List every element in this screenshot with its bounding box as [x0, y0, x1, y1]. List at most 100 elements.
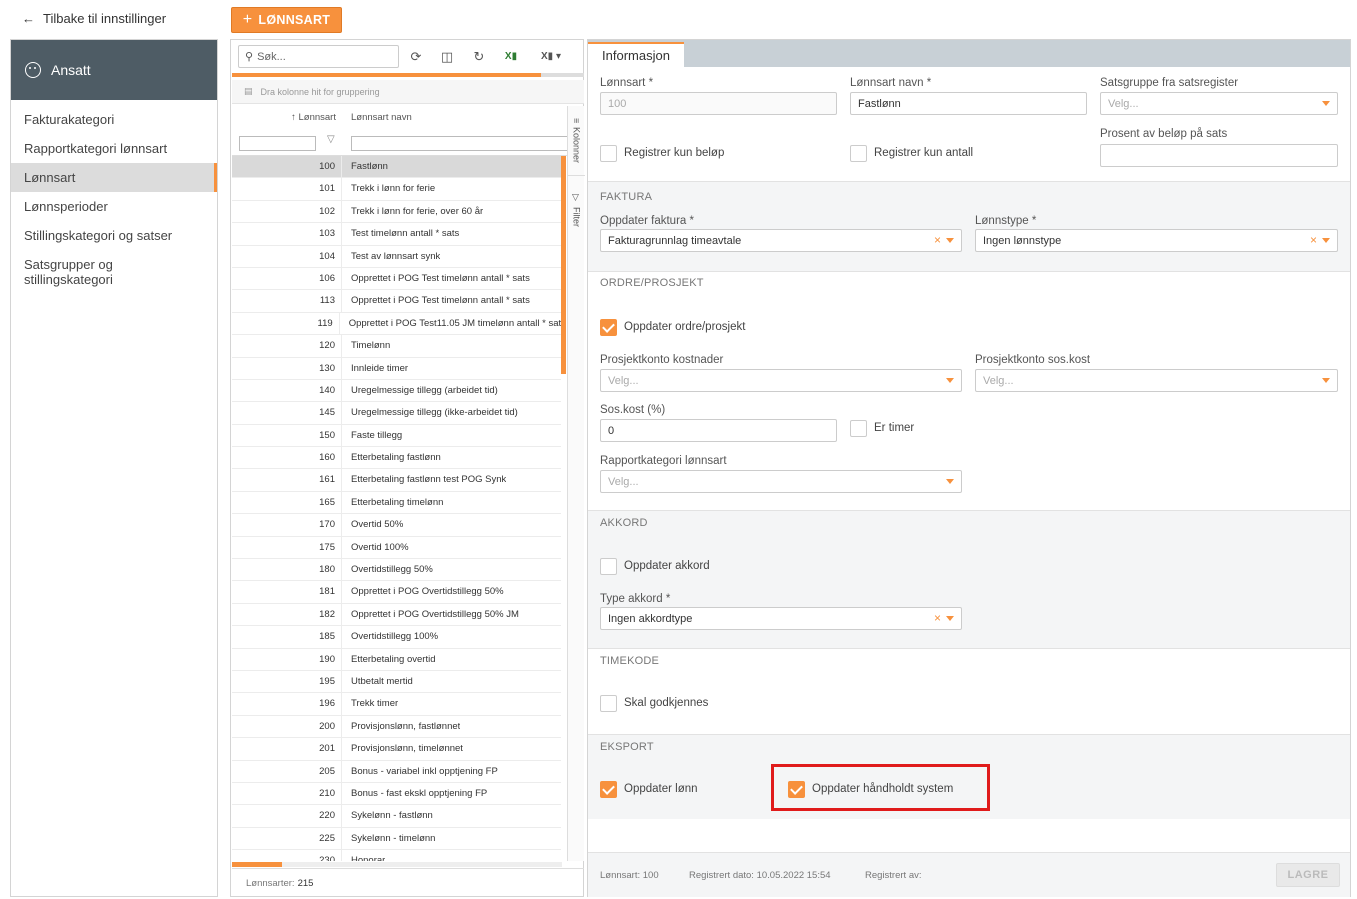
sidebar-item-rapportkategori[interactable]: Rapportkategori lønnsart: [11, 134, 217, 163]
skal-godkjennes-checkbox[interactable]: [600, 695, 617, 712]
oppdater-faktura-select[interactable]: Fakturagrunnlag timeavtale ×: [600, 229, 962, 252]
back-link[interactable]: ← Tilbake til innstillinger: [22, 11, 166, 26]
sidebar-item-fakturakategori[interactable]: Fakturakategori: [11, 105, 217, 134]
oppdater-ordre-label: Oppdater ordre/prosjekt: [624, 321, 746, 333]
clear-icon[interactable]: ×: [934, 611, 941, 625]
tab-kolonner[interactable]: ≡ Kolonner: [568, 106, 585, 176]
table-row[interactable]: 140 Uregelmessige tillegg (arbeidet tid): [232, 379, 561, 403]
er-timer-checkbox[interactable]: [850, 420, 867, 437]
table-row[interactable]: 106 Opprettet i POG Test timelønn antall …: [232, 267, 561, 291]
table-row[interactable]: 230 Honorar: [232, 850, 561, 861]
refresh-icon[interactable]: ↻: [470, 48, 488, 65]
form-footer: Lønnsart: 100 Registrert dato: 10.05.202…: [588, 852, 1350, 897]
clear-icon[interactable]: ×: [1310, 233, 1317, 247]
table-row[interactable]: 130 Innleide timer: [232, 357, 561, 380]
table-row[interactable]: 220 Sykelønn - fastlønn: [232, 805, 561, 828]
table-row[interactable]: 104 Test av lønnsart synk: [232, 245, 561, 268]
table-row[interactable]: 160 Etterbetaling fastlønn: [232, 447, 561, 470]
scroll-thumb[interactable]: [232, 862, 282, 867]
table-row[interactable]: 225 Sykelønn - timelønn: [232, 827, 561, 851]
kun-belop-checkbox[interactable]: [600, 145, 617, 162]
table-row[interactable]: 181 Opprettet i POG Overtidstillegg 50%: [232, 581, 561, 604]
table-row[interactable]: 100 Fastlønn: [232, 156, 561, 179]
table-row[interactable]: 103 Test timelønn antall * sats: [232, 223, 561, 246]
table-row[interactable]: 170 Overtid 50%: [232, 514, 561, 537]
chevron-down-icon: [946, 238, 954, 243]
lonnsart-field[interactable]: 100: [600, 92, 837, 115]
prosjektkonto-kost-select[interactable]: Velg...: [600, 369, 962, 392]
oppdater-lonn-checkbox[interactable]: [600, 781, 617, 798]
cell-lonnsart: 119: [232, 312, 340, 335]
group-drop-zone[interactable]: ▤ Dra kolonne hit for gruppering: [232, 80, 584, 104]
excel-menu-icon[interactable]: X▮ ▾: [534, 48, 568, 65]
table-row[interactable]: 200 Provisjonslønn, fastlønnet: [232, 715, 561, 739]
table-row[interactable]: 113 Opprettet i POG Test timelønn antall …: [232, 290, 561, 313]
clear-icon[interactable]: ×: [934, 233, 941, 247]
kun-antall-checkbox[interactable]: [850, 145, 867, 162]
filter-input-lonnsart[interactable]: [239, 136, 316, 151]
table-row[interactable]: 205 Bonus - variabel inkl opptjening FP: [232, 760, 561, 783]
tab-filter[interactable]: ▽ Filter: [568, 182, 585, 238]
columns-tab-icon: ≡: [571, 117, 582, 124]
search-placeholder: Søk...: [257, 50, 286, 63]
rapportkategori-select[interactable]: Velg...: [600, 470, 962, 493]
horizontal-scrollbar[interactable]: [232, 862, 562, 867]
table-row[interactable]: 119 Opprettet i POG Test11.05 JM timelønn…: [232, 312, 561, 336]
vertical-scrollbar[interactable]: [561, 156, 566, 374]
table-row[interactable]: 180 Overtidstillegg 50%: [232, 559, 561, 582]
table-row[interactable]: 145 Uregelmessige tillegg (ikke-arbeidet …: [232, 402, 561, 425]
cell-lonnsart: 100: [232, 156, 342, 178]
add-lonnsart-button[interactable]: + LØNNSART: [231, 7, 342, 33]
table-row[interactable]: 102 Trekk i lønn for ferie, over 60 år: [232, 200, 561, 224]
column-header-lonnsart[interactable]: ↑ Lønnsart: [232, 106, 342, 130]
column-header-navn[interactable]: Lønnsart navn: [351, 106, 412, 130]
tab-strip: [588, 40, 1350, 67]
oppdater-ordre-checkbox[interactable]: [600, 319, 617, 336]
prosjektkonto-sos-select[interactable]: Velg...: [975, 369, 1338, 392]
table-row[interactable]: 175 Overtid 100%: [232, 536, 561, 560]
chevron-down-icon: [946, 378, 954, 383]
rapportkategori-label: Rapportkategori lønnsart: [600, 455, 727, 467]
satsgruppe-select[interactable]: Velg...: [1100, 92, 1338, 115]
table-row[interactable]: 150 Faste tillegg: [232, 424, 561, 448]
table-row[interactable]: 120 Timelønn: [232, 335, 561, 358]
prosent-label: Prosent av beløp på sats: [1100, 128, 1228, 140]
type-akkord-select[interactable]: Ingen akkordtype ×: [600, 607, 962, 630]
history-icon[interactable]: ⟳: [407, 48, 425, 65]
oppdater-akkord-checkbox[interactable]: [600, 558, 617, 575]
table-row[interactable]: 161 Etterbetaling fastlønn test POG Synk: [232, 469, 561, 492]
save-button[interactable]: LAGRE: [1276, 863, 1340, 887]
prosent-field[interactable]: [1100, 144, 1338, 167]
table-row[interactable]: 182 Opprettet i POG Overtidstillegg 50% J…: [232, 603, 561, 627]
table-row[interactable]: 165 Etterbetaling timelønn: [232, 491, 561, 515]
tab-informasjon[interactable]: Informasjon: [588, 42, 684, 67]
columns-icon[interactable]: ◫: [438, 48, 456, 65]
sidebar-title: Ansatt: [51, 62, 91, 78]
cell-navn: Overtid 100%: [351, 541, 409, 553]
table-row[interactable]: 210 Bonus - fast ekskl opptjening FP: [232, 782, 561, 806]
add-button-label: LØNNSART: [258, 13, 331, 27]
filter-icon[interactable]: ▽: [327, 134, 335, 145]
sidebar-item-lonnsart[interactable]: Lønnsart: [11, 163, 217, 192]
table-row[interactable]: 201 Provisjonslønn, timelønnet: [232, 738, 561, 761]
lonnstype-select[interactable]: Ingen lønnstype ×: [975, 229, 1338, 252]
navn-field[interactable]: Fastlønn: [850, 92, 1087, 115]
filter-input-navn[interactable]: [351, 136, 568, 151]
search-input[interactable]: ⚲ Søk...: [238, 45, 399, 68]
sidebar-item-stillingskategori[interactable]: Stillingskategori og satser: [11, 221, 217, 250]
sidebar-item-lonnsperioder[interactable]: Lønnsperioder: [11, 192, 217, 221]
table-row[interactable]: 101 Trekk i lønn for ferie: [232, 178, 561, 201]
table-row[interactable]: 196 Trekk timer: [232, 693, 561, 716]
column-header-row: ↑ Lønnsart Lønnsart navn: [232, 106, 568, 130]
cell-lonnsart: 150: [232, 424, 342, 447]
cell-lonnsart: 140: [232, 379, 342, 402]
cell-lonnsart: 145: [232, 402, 342, 424]
sidebar-item-satsgrupper[interactable]: Satsgrupper og stillingskategori: [11, 250, 217, 294]
table-row[interactable]: 195 Utbetalt mertid: [232, 670, 561, 694]
excel-export-icon[interactable]: X▮: [502, 48, 520, 65]
table-row[interactable]: 190 Etterbetaling overtid: [232, 648, 561, 671]
table-row[interactable]: 185 Overtidstillegg 100%: [232, 626, 561, 649]
soskost-field[interactable]: 0: [600, 419, 837, 442]
cell-navn: Uregelmessige tillegg (ikke-arbeidet tid…: [351, 407, 518, 419]
cell-navn: Timelønn: [351, 340, 391, 352]
